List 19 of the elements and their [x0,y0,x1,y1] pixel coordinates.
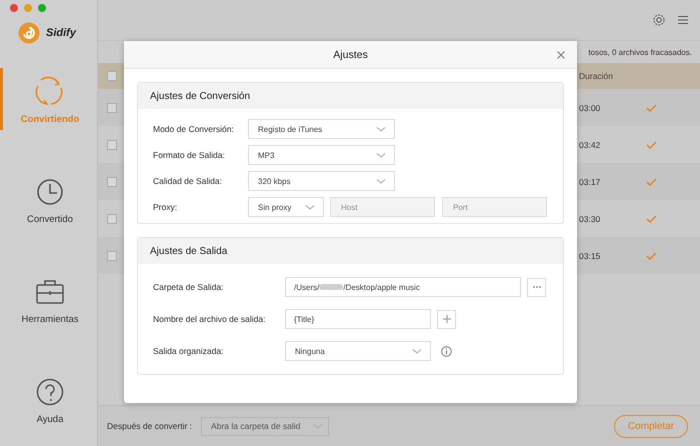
field-label: Formato de Salida: [153,150,226,160]
table-cell: 03:17 [579,176,600,186]
field-label: Calidad de Salida: [153,176,223,186]
status-text: tosos, 0 archivos fracasados. [588,48,692,56]
table-cell: 03:00 [579,102,600,112]
field-label: Nombre del archivo de salida: [153,314,266,324]
field-label: Proxy: [153,202,178,212]
section-title: Ajustes de Conversión [150,90,250,102]
app-name: Sidify [46,27,76,39]
table-cell: 03:15 [579,250,600,260]
column-header: Duración [579,71,614,81]
field-label: Salida organizada: [153,346,224,356]
field-label: Carpeta de Salida: [153,282,224,292]
field-label: Modo de Conversión: [153,124,235,134]
dialog-title: Ajustes [333,48,368,60]
table-cell: 03:30 [579,214,600,224]
section-title: Ajustes de Salida [150,246,228,256]
after-convert-label: Después de convertir : [107,421,192,431]
table-cell: 03:42 [579,140,600,150]
